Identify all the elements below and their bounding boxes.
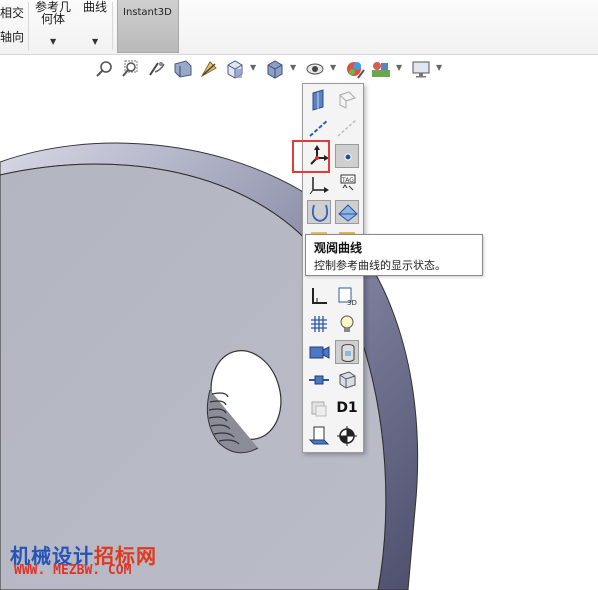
tooltip: 观阅曲线 控制参考曲线的显示状态。 <box>305 234 483 276</box>
view-settings-icon[interactable] <box>410 58 432 80</box>
view-lights-icon[interactable] <box>335 312 359 336</box>
tooltip-title: 观阅曲线 <box>314 241 363 255</box>
view-sketch-planes-icon[interactable] <box>307 424 331 448</box>
view-sketch-relations-icon[interactable]: TAG <box>335 172 359 196</box>
view-orientation-dropdown[interactable]: ▼ <box>250 63 256 72</box>
view-primary-dims-icon[interactable]: D1 <box>335 396 359 420</box>
view-all-planes-icon[interactable] <box>335 88 359 112</box>
view-planes-icon[interactable] <box>307 88 331 112</box>
apply-scene-dropdown[interactable]: ▼ <box>396 63 402 72</box>
view-settings-dropdown[interactable]: ▼ <box>436 63 442 72</box>
d1-label: D1 <box>336 400 358 416</box>
heads-up-view-toolbar: ▼ ▼ ▼ ▼ ▼ <box>94 58 454 82</box>
view-annotations-icon[interactable] <box>307 396 331 420</box>
command-ribbon: 相交 轴向 参考几 何体 ▼ 曲线 ▼ Instant3D <box>0 0 598 55</box>
reference-geometry-dropdown[interactable]: ▼ <box>50 37 56 46</box>
ribbon-separator-2 <box>112 2 113 50</box>
view-temporary-axes-icon[interactable] <box>335 116 359 140</box>
apply-scene-icon[interactable] <box>370 58 392 80</box>
view-curves-icon[interactable] <box>307 200 331 224</box>
view-points-icon[interactable] <box>335 144 359 168</box>
watermark-url: WWW. MEZBW. COM <box>14 563 132 578</box>
previous-view-icon[interactable] <box>146 58 168 80</box>
view-orientation-icon[interactable] <box>224 58 246 80</box>
ribbon-partial-label-top[interactable]: 相交 <box>0 6 24 21</box>
zoom-to-area-icon[interactable] <box>120 58 142 80</box>
view-parting-lines-icon[interactable] <box>335 200 359 224</box>
view-grid-icon[interactable] <box>307 312 331 336</box>
zoom-to-fit-icon[interactable] <box>94 58 116 80</box>
hide-show-items-icon[interactable] <box>304 58 326 80</box>
view-dimension-names-icon[interactable] <box>307 284 331 308</box>
svg-text:TAG: TAG <box>341 177 354 184</box>
ribbon-separator <box>28 2 29 50</box>
view-axes-icon[interactable] <box>307 116 331 140</box>
display-style-dropdown[interactable]: ▼ <box>290 63 296 72</box>
svg-text:3D: 3D <box>347 299 357 307</box>
view-center-of-mass-icon[interactable] <box>335 424 359 448</box>
curves-label[interactable]: 曲线 <box>83 0 107 15</box>
view-cameras-icon[interactable] <box>307 340 331 364</box>
reference-geometry-label-2[interactable]: 何体 <box>41 12 65 27</box>
view-routing-points-icon[interactable] <box>307 368 331 392</box>
display-style-icon[interactable] <box>264 58 286 80</box>
ribbon-partial-label-bottom[interactable]: 轴向 <box>0 30 24 45</box>
highlight-box <box>292 140 330 173</box>
edit-appearance-icon[interactable] <box>344 58 366 80</box>
view-weld-beads-icon[interactable] <box>335 368 359 392</box>
view-3d-dimension-icon[interactable]: 3D <box>335 284 359 308</box>
dynamic-annotation-icon[interactable] <box>198 58 220 80</box>
tooltip-description: 控制参考曲线的显示状态。 <box>314 259 446 272</box>
section-view-icon[interactable] <box>172 58 194 80</box>
curves-dropdown[interactable]: ▼ <box>92 37 98 46</box>
instant3d-button[interactable]: Instant3D <box>117 0 179 53</box>
view-coordinate-systems-icon[interactable] <box>307 172 331 196</box>
instant3d-label: Instant3D <box>123 7 172 18</box>
view-decals-icon[interactable] <box>335 340 359 364</box>
hide-show-items-dropdown[interactable]: ▼ <box>330 63 336 72</box>
